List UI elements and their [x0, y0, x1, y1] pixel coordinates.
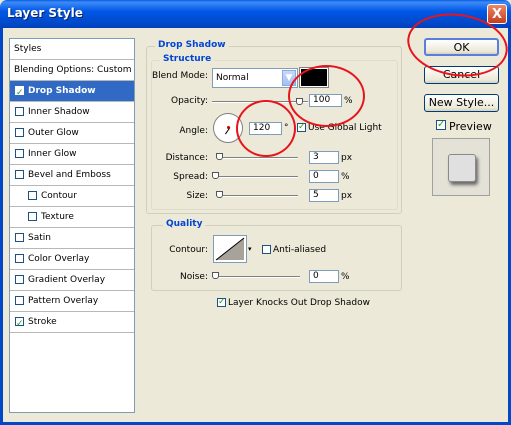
styles-item-label: Blending Options: Custom [14, 65, 132, 75]
size-unit: px [341, 191, 353, 201]
structure-legend: Structure [160, 54, 215, 64]
contour-dropdown-icon[interactable]: ▾ [248, 245, 252, 253]
styles-item-drop-shadow[interactable]: Drop Shadow [10, 81, 134, 103]
spread-slider-thumb[interactable] [212, 172, 219, 179]
distance-unit: px [341, 153, 353, 163]
angle-dial-center [227, 126, 230, 129]
styles-item-label: Gradient Overlay [28, 275, 106, 285]
styles-item-label: Pattern Overlay [28, 296, 99, 306]
styles-item-label: Satin [28, 233, 51, 243]
size-field[interactable]: 5 [309, 189, 339, 202]
styles-item-checkbox[interactable] [15, 128, 24, 137]
window-frame-left [0, 28, 3, 425]
styles-item-pattern-overlay[interactable]: Pattern Overlay [10, 291, 134, 312]
styles-item-checkbox[interactable] [15, 296, 24, 305]
styles-item-blending-options-custom[interactable]: Blending Options: Custom [10, 60, 134, 81]
distance-field[interactable]: 3 [309, 151, 339, 164]
contour-label: Contour: [169, 245, 208, 255]
styles-item-outer-glow[interactable]: Outer Glow [10, 123, 134, 144]
blend-mode-select[interactable]: Normal ▼ [212, 68, 298, 88]
styles-item-satin[interactable]: Satin [10, 228, 134, 249]
styles-item-label: Contour [41, 191, 77, 201]
styles-item-label: Outer Glow [28, 128, 79, 138]
styles-item-label: Color Overlay [28, 254, 90, 264]
opacity-label: Opacity: [171, 96, 208, 106]
styles-item-checkbox[interactable] [15, 170, 24, 179]
styles-item-checkbox[interactable] [15, 149, 24, 158]
preview-swatch [448, 154, 476, 182]
styles-item-label: Stroke [28, 317, 57, 327]
anti-aliased-label[interactable]: Anti-aliased [273, 245, 326, 255]
spread-unit: % [341, 172, 350, 182]
close-button[interactable]: X [487, 4, 507, 24]
styles-item-label: Inner Glow [28, 149, 77, 159]
styles-item-label: Drop Shadow [28, 86, 96, 96]
distance-slider-track[interactable] [216, 157, 298, 159]
knockout-checkbox[interactable]: ✓ [217, 298, 226, 307]
anti-aliased-checkbox[interactable] [262, 245, 271, 254]
noise-slider-track[interactable] [212, 276, 300, 278]
noise-slider-thumb[interactable] [212, 272, 219, 279]
styles-item-color-overlay[interactable]: Color Overlay [10, 249, 134, 270]
annotation-circle-opacity [288, 65, 365, 127]
distance-label: Distance: [165, 153, 208, 163]
styles-item-label: Styles [14, 44, 42, 54]
size-label: Size: [186, 191, 208, 201]
spread-slider-track[interactable] [212, 176, 298, 178]
styles-item-stroke[interactable]: Stroke [10, 312, 134, 334]
preview-thumbnail [432, 138, 490, 196]
styles-item-checkbox[interactable] [15, 254, 24, 263]
quality-legend: Quality [163, 219, 206, 229]
styles-item-checkbox[interactable] [15, 107, 24, 116]
styles-item-label: Inner Shadow [28, 107, 90, 117]
noise-label: Noise: [180, 272, 208, 282]
styles-item-checkbox[interactable] [15, 314, 24, 334]
styles-item-checkbox[interactable] [28, 191, 37, 200]
knockout-label[interactable]: Layer Knocks Out Drop Shadow [228, 298, 370, 308]
drop-shadow-legend: Drop Shadow [155, 40, 229, 50]
distance-slider-thumb[interactable] [216, 153, 223, 160]
styles-item-checkbox[interactable] [28, 212, 37, 221]
styles-item-contour[interactable]: Contour [10, 186, 134, 207]
spread-field[interactable]: 0 [309, 170, 339, 183]
blend-mode-value: Normal [216, 73, 249, 83]
styles-item-bevel-and-emboss[interactable]: Bevel and Emboss [10, 165, 134, 186]
styles-item-inner-glow[interactable]: Inner Glow [10, 144, 134, 165]
size-slider-track[interactable] [216, 195, 298, 197]
styles-list: Styles Blending Options: Custom Drop Shado… [9, 38, 135, 413]
styles-item-checkbox[interactable] [15, 275, 24, 284]
styles-item-styles[interactable]: Styles [10, 39, 134, 60]
styles-item-checkbox[interactable] [15, 83, 24, 103]
spread-label: Spread: [173, 172, 208, 182]
preview-label[interactable]: Preview [449, 120, 492, 133]
use-global-light-checkbox[interactable]: ✓ [297, 123, 306, 132]
styles-item-gradient-overlay[interactable]: Gradient Overlay [10, 270, 134, 291]
annotation-circle-angle [236, 100, 296, 157]
angle-label: Angle: [179, 126, 208, 136]
size-slider-thumb[interactable] [216, 191, 223, 198]
noise-unit: % [341, 272, 350, 282]
contour-curve-icon [215, 237, 245, 261]
window-title: Layer Style [7, 6, 83, 20]
blend-mode-label: Blend Mode: [151, 71, 208, 81]
styles-item-checkbox[interactable] [15, 233, 24, 242]
styles-item-texture[interactable]: Texture [10, 207, 134, 228]
styles-item-label: Bevel and Emboss [28, 170, 111, 180]
new-style-button[interactable]: New Style... [424, 94, 499, 112]
preview-checkbox[interactable]: ✓ [436, 120, 446, 130]
noise-field[interactable]: 0 [309, 270, 339, 283]
styles-item-inner-shadow[interactable]: Inner Shadow [10, 102, 134, 123]
contour-picker[interactable] [213, 235, 247, 263]
styles-item-label: Texture [41, 212, 74, 222]
